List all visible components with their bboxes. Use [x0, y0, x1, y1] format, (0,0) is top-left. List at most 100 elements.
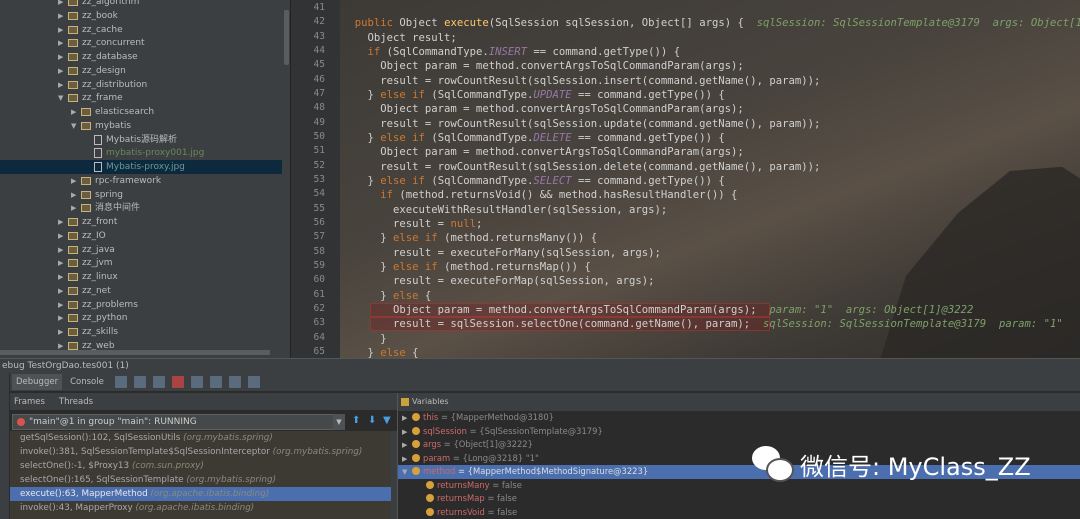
- expand-down-icon[interactable]: ▼: [71, 119, 81, 133]
- tree-item[interactable]: Mybatis源码解析: [84, 133, 177, 147]
- tree-item-label: zz_linux: [82, 272, 118, 282]
- expand-right-icon[interactable]: ▶: [58, 325, 68, 339]
- code-line: }: [342, 332, 386, 346]
- expand-right-icon[interactable]: ▶: [58, 36, 68, 50]
- tree-item[interactable]: ▶ zz_net: [58, 284, 111, 298]
- step-into-icon[interactable]: [152, 376, 165, 388]
- expand-right-icon[interactable]: ▶: [402, 426, 412, 440]
- variable-row[interactable]: ▶ sqlSession = {SqlSessionTemplate@3179}: [398, 425, 1080, 439]
- filter-icon[interactable]: ▼: [383, 415, 391, 426]
- expand-right-icon[interactable]: ▶: [58, 0, 68, 9]
- tree-item[interactable]: ▼ mybatis: [71, 119, 131, 133]
- tree-vertical-scrollbar[interactable]: [284, 10, 289, 65]
- expand-right-icon[interactable]: ▶: [58, 256, 68, 270]
- expand-right-icon[interactable]: ▶: [402, 453, 412, 467]
- run-config-tab[interactable]: TestOrgDao.tes001 (1): [28, 361, 129, 371]
- code-editor[interactable]: public Object execute(SqlSession sqlSess…: [340, 0, 1080, 358]
- expand-right-icon[interactable]: ▶: [402, 412, 412, 426]
- tree-item[interactable]: ▶ zz_book: [58, 9, 118, 23]
- tree-item[interactable]: ▶ zz_design: [58, 64, 126, 78]
- expand-down-icon[interactable]: ▼: [58, 91, 68, 105]
- tree-item[interactable]: ▶ zz_python: [58, 311, 127, 325]
- chevron-down-icon[interactable]: ▼: [333, 414, 345, 430]
- line-number: 52: [313, 159, 325, 171]
- line-number: 58: [313, 245, 325, 257]
- folder-icon: [68, 53, 78, 61]
- expand-right-icon[interactable]: ▶: [58, 243, 68, 257]
- expand-right-icon[interactable]: ▶: [58, 50, 68, 64]
- tree-item[interactable]: ▶ zz_algorithm: [58, 0, 139, 9]
- expand-right-icon[interactable]: ▶: [58, 23, 68, 37]
- expand-right-icon[interactable]: ▶: [58, 215, 68, 229]
- tree-item[interactable]: ▶ rpc-framework: [71, 174, 161, 188]
- expand-right-icon[interactable]: ▶: [58, 78, 68, 92]
- stack-frame[interactable]: invoke():43, MapperProxy (org.apache.iba…: [10, 501, 393, 515]
- tree-item[interactable]: Mybatis-proxy.jpg: [0, 160, 282, 174]
- variable-row[interactable]: returnsVoid = false: [398, 506, 1080, 519]
- expand-right-icon[interactable]: ▶: [58, 311, 68, 325]
- tab-frames[interactable]: Frames: [10, 394, 49, 410]
- tree-item[interactable]: ▶ zz_distribution: [58, 78, 147, 92]
- expand-right-icon[interactable]: ▶: [58, 9, 68, 23]
- thread-selector[interactable]: "main"@1 in group "main": RUNNING: [12, 414, 345, 430]
- tree-item[interactable]: ▶ zz_concurrent: [58, 36, 145, 50]
- tree-item[interactable]: ▶ zz_IO: [58, 229, 106, 243]
- tree-item[interactable]: ▶ zz_jvm: [58, 256, 113, 270]
- step-out-icon[interactable]: [190, 376, 203, 388]
- tab-console[interactable]: Console: [66, 374, 108, 390]
- variable-value: = {Long@3218} "1": [450, 452, 539, 463]
- tree-item[interactable]: ▶ zz_database: [58, 50, 138, 64]
- expand-right-icon[interactable]: ▶: [71, 188, 81, 202]
- expand-right-icon[interactable]: ▶: [58, 284, 68, 298]
- tree-item-label: zz_distribution: [82, 79, 148, 90]
- expand-right-icon[interactable]: ▶: [58, 229, 68, 243]
- variable-value: = false: [484, 493, 517, 503]
- tree-item[interactable]: ▶ zz_cache: [58, 23, 123, 37]
- expand-right-icon[interactable]: ▶: [402, 439, 412, 453]
- show-execution-point-icon[interactable]: [114, 376, 127, 388]
- tab-threads[interactable]: Threads: [55, 394, 97, 410]
- expand-right-icon[interactable]: ▶: [58, 64, 68, 78]
- force-step-into-icon[interactable]: [171, 376, 184, 388]
- tree-item[interactable]: ▶ zz_skills: [58, 325, 118, 339]
- tree-item[interactable]: ▶ spring: [71, 188, 123, 202]
- expand-down-icon[interactable]: ▼: [402, 466, 412, 480]
- arrow-down-icon[interactable]: ⬇: [368, 415, 376, 426]
- debug-toolbar: Debugger Console: [10, 373, 1080, 392]
- tree-horizontal-scrollbar[interactable]: [0, 350, 270, 355]
- tree-item[interactable]: ▼ zz_frame: [58, 91, 123, 105]
- arrow-up-icon[interactable]: ⬆: [352, 415, 360, 426]
- tree-item[interactable]: ▶ 消息中间件: [71, 201, 140, 215]
- tree-item-label: zz_design: [82, 65, 126, 76]
- tree-item[interactable]: mybatis-proxy001.jpg: [84, 146, 204, 160]
- drop-frame-icon[interactable]: [209, 376, 222, 388]
- folder-icon: [68, 39, 78, 48]
- tree-item[interactable]: ▶ elasticsearch: [71, 105, 154, 119]
- variable-row[interactable]: ▶ this = {MapperMethod@3180}: [398, 411, 1080, 425]
- variable-value: = {SqlSessionTemplate@3179}: [466, 425, 603, 436]
- code-token: }: [342, 289, 394, 302]
- tree-item[interactable]: ▶ zz_front: [58, 215, 117, 229]
- tab-debugger[interactable]: Debugger: [12, 374, 63, 390]
- code-token: else if: [380, 88, 432, 101]
- code-line: result = rowCountResult(sqlSession.inser…: [342, 74, 820, 88]
- tree-item[interactable]: ▶ zz_linux: [58, 270, 118, 284]
- expand-right-icon[interactable]: ▶: [58, 270, 68, 284]
- stack-frame[interactable]: execute():63, MapperMethod (org.apache.i…: [10, 487, 393, 501]
- stack-frame[interactable]: selectOne():-1, $Proxy13 (com.sun.proxy): [10, 459, 393, 473]
- step-over-icon[interactable]: [133, 376, 146, 388]
- stack-frame[interactable]: getSqlSession():102, SqlSessionUtils (or…: [10, 431, 393, 445]
- stack-frame[interactable]: selectOne():165, SqlSessionTemplate (org…: [10, 473, 393, 487]
- evaluate-expression-icon[interactable]: [247, 376, 260, 388]
- expand-right-icon[interactable]: ▶: [71, 201, 81, 215]
- tree-item[interactable]: ▶ zz_java: [58, 243, 115, 257]
- expand-right-icon[interactable]: ▶: [58, 298, 68, 312]
- variable-row[interactable]: returnsMap = false: [398, 492, 1080, 506]
- expand-right-icon[interactable]: ▶: [71, 174, 81, 188]
- tree-item[interactable]: ▶ zz_problems: [58, 298, 138, 312]
- code-token: UPDATE: [533, 88, 572, 101]
- expand-right-icon[interactable]: ▶: [71, 105, 81, 119]
- run-to-cursor-icon[interactable]: [228, 376, 241, 388]
- code-token: (method.returnsMany()) {: [444, 232, 598, 245]
- stack-frame[interactable]: invoke():381, SqlSessionTemplate$SqlSess…: [10, 445, 393, 459]
